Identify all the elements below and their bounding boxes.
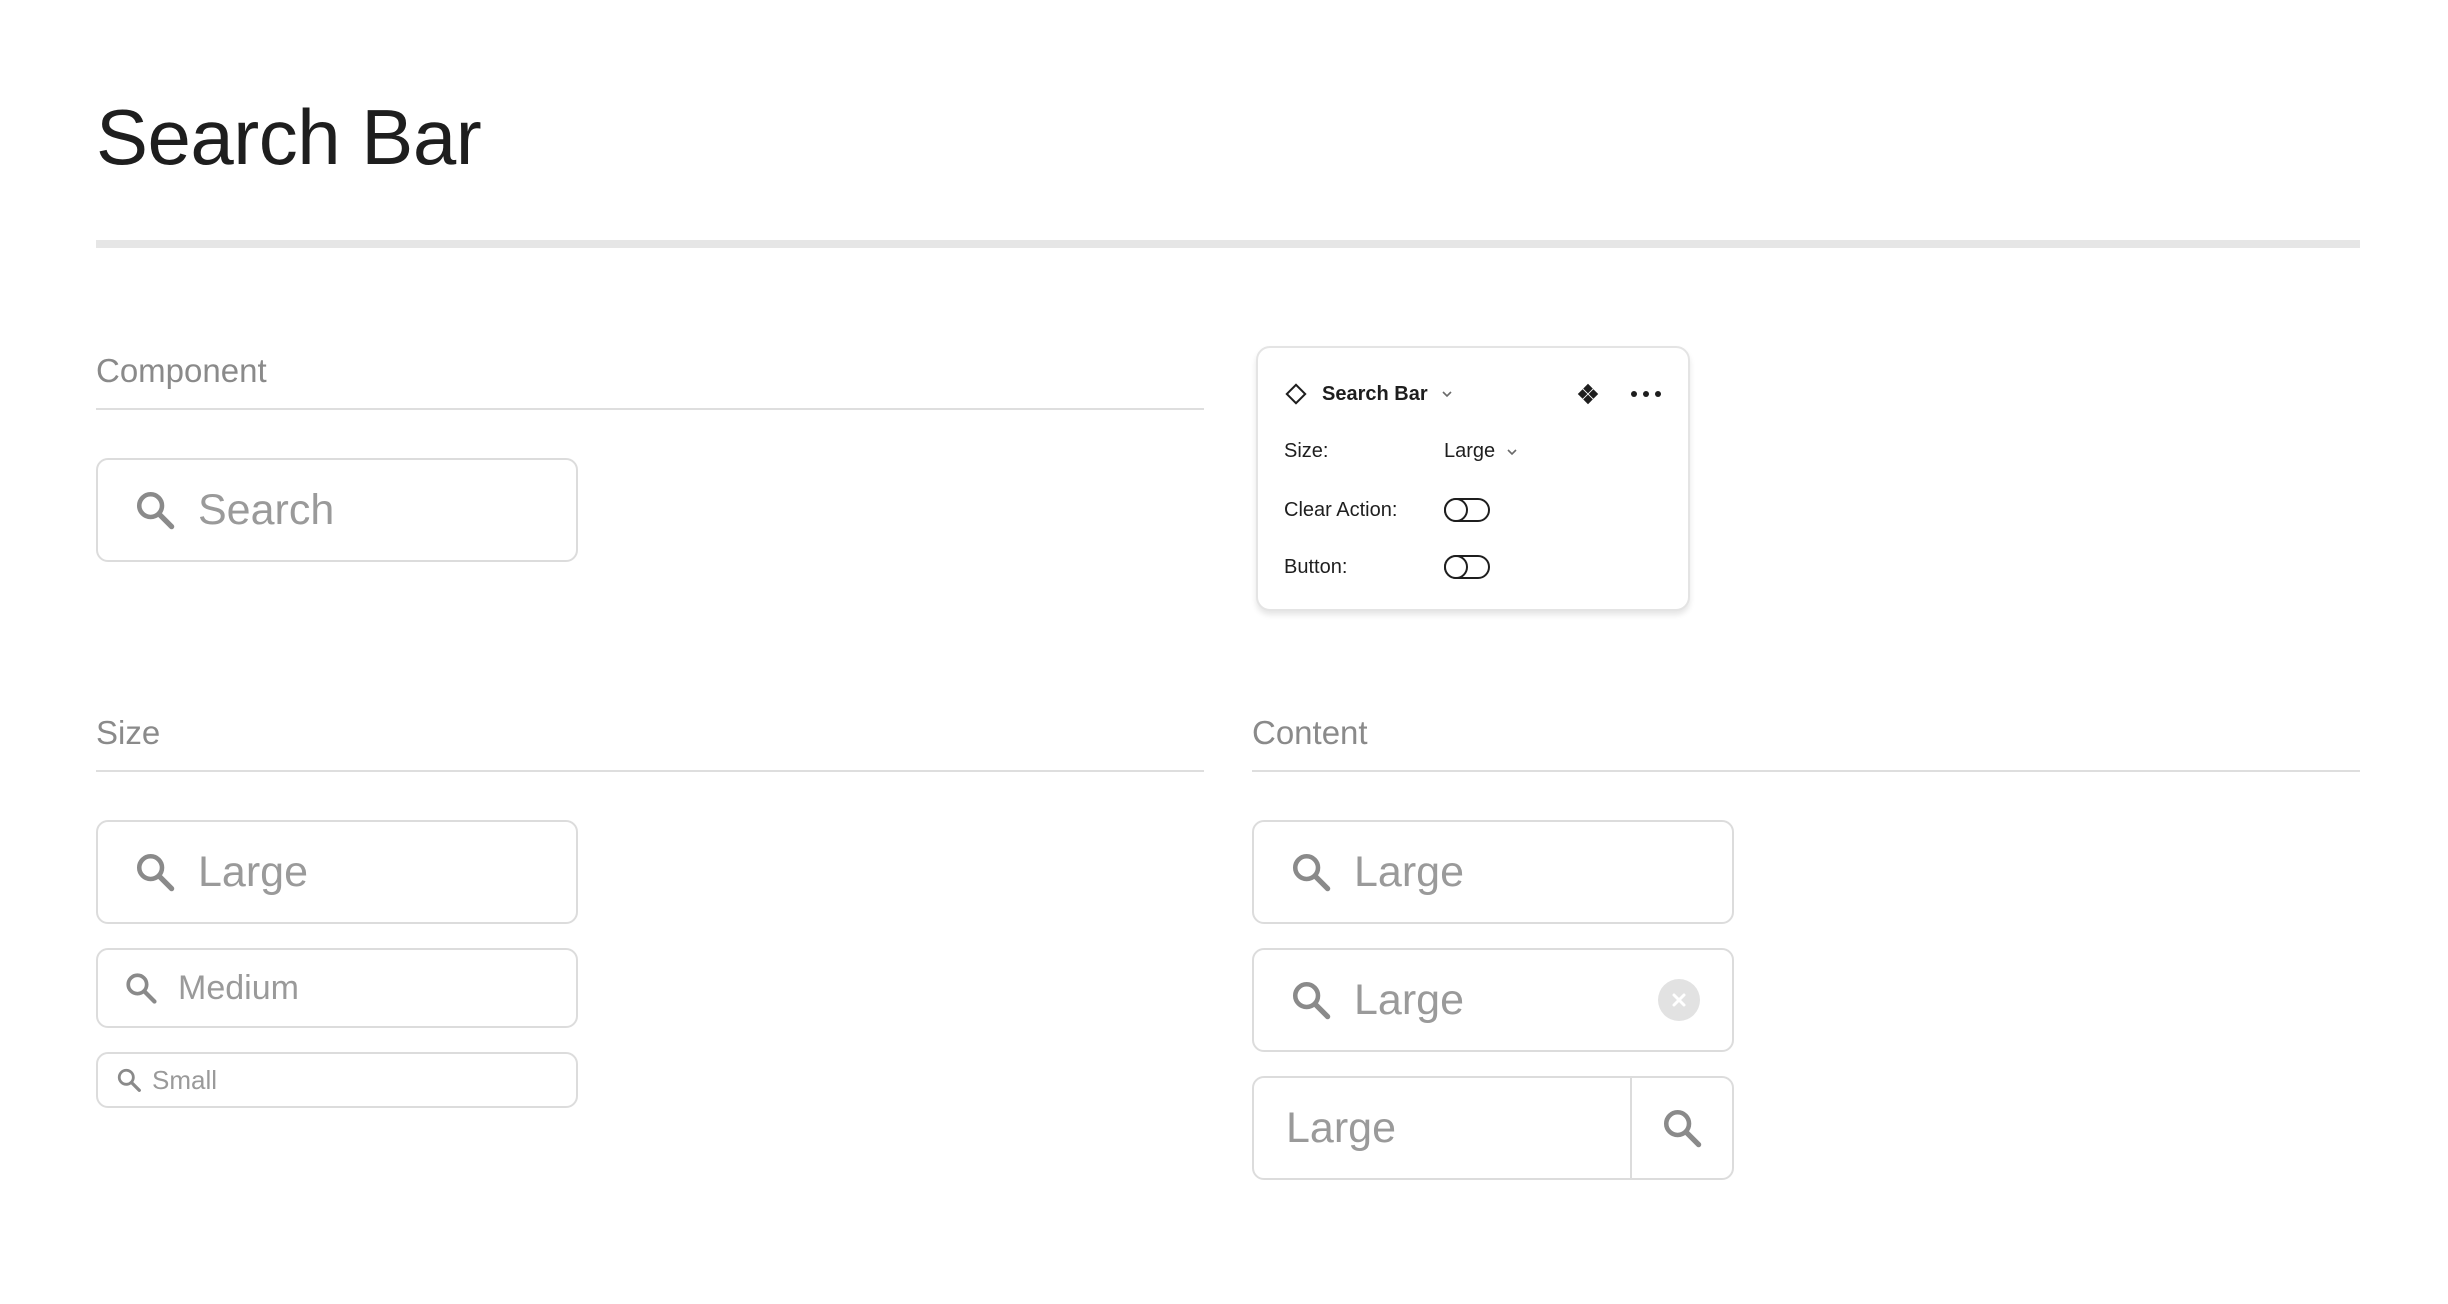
search-bar-default[interactable]: Large (1252, 820, 1734, 924)
section-divider-component (96, 408, 1204, 410)
search-placeholder: Large (1286, 1103, 1396, 1152)
chevron-down-icon (1507, 448, 1517, 455)
clear-action-toggle[interactable] (1444, 498, 1490, 522)
search-icon (1292, 981, 1331, 1020)
section-title-size: Size (96, 714, 161, 751)
search-placeholder: Search (198, 485, 335, 534)
search-icon (136, 853, 175, 892)
search-icon (126, 973, 157, 1004)
search-button[interactable] (1630, 1078, 1732, 1178)
toggle-knob (1444, 498, 1468, 522)
toggle-knob (1444, 555, 1468, 579)
search-icon (1292, 853, 1331, 892)
search-bar-medium[interactable]: Medium (96, 948, 578, 1028)
component-search-bar[interactable]: Search (96, 458, 578, 562)
search-bar-large[interactable]: Large (96, 820, 578, 924)
section-divider-size (96, 770, 1204, 772)
clear-icon (1672, 993, 1686, 1007)
search-placeholder: Large (1354, 847, 1464, 896)
prop-label-button: Button: (1284, 555, 1348, 578)
prop-row-clear-action: Clear Action: (1284, 498, 1490, 522)
chevron-down-icon[interactable] (1440, 387, 1454, 401)
section-title-component: Component (96, 352, 267, 389)
search-bar-clear-action[interactable]: Large (1252, 948, 1734, 1052)
search-bar-with-button[interactable]: Large (1252, 1076, 1734, 1180)
prop-label-clear-action: Clear Action: (1284, 498, 1398, 521)
more-icon[interactable] (1630, 382, 1662, 406)
search-icon (136, 491, 175, 530)
component-properties-panel: Search Bar Size: Large Clear Action: But… (1256, 346, 1690, 611)
search-placeholder: Medium (178, 968, 299, 1007)
search-icon (1663, 1109, 1702, 1148)
clear-button[interactable] (1658, 979, 1700, 1021)
prop-row-button: Button: (1284, 555, 1490, 579)
panel-component-name: Search Bar (1322, 382, 1428, 405)
title-divider (96, 240, 2360, 248)
panel-header: Search Bar (1284, 382, 1454, 406)
panel-actions (1576, 382, 1662, 406)
search-bar-small[interactable]: Small (96, 1052, 578, 1108)
page-title: Search Bar (96, 93, 482, 181)
instance-icon[interactable] (1576, 382, 1600, 406)
search-icon (117, 1068, 141, 1092)
prop-row-size: Size: Large (1284, 440, 1519, 463)
section-title-content: Content (1252, 714, 1368, 751)
size-select[interactable]: Large (1444, 440, 1519, 463)
page: Search Bar Component Search Search Bar S… (0, 0, 2448, 1304)
search-placeholder: Large (198, 847, 308, 896)
search-placeholder: Small (152, 1064, 218, 1095)
size-select-value: Large (1444, 440, 1496, 462)
component-diamond-icon (1285, 383, 1307, 405)
search-placeholder: Large (1354, 975, 1464, 1024)
prop-label-size: Size: (1284, 440, 1329, 462)
button-toggle[interactable] (1444, 555, 1490, 579)
section-divider-content (1252, 770, 2360, 772)
